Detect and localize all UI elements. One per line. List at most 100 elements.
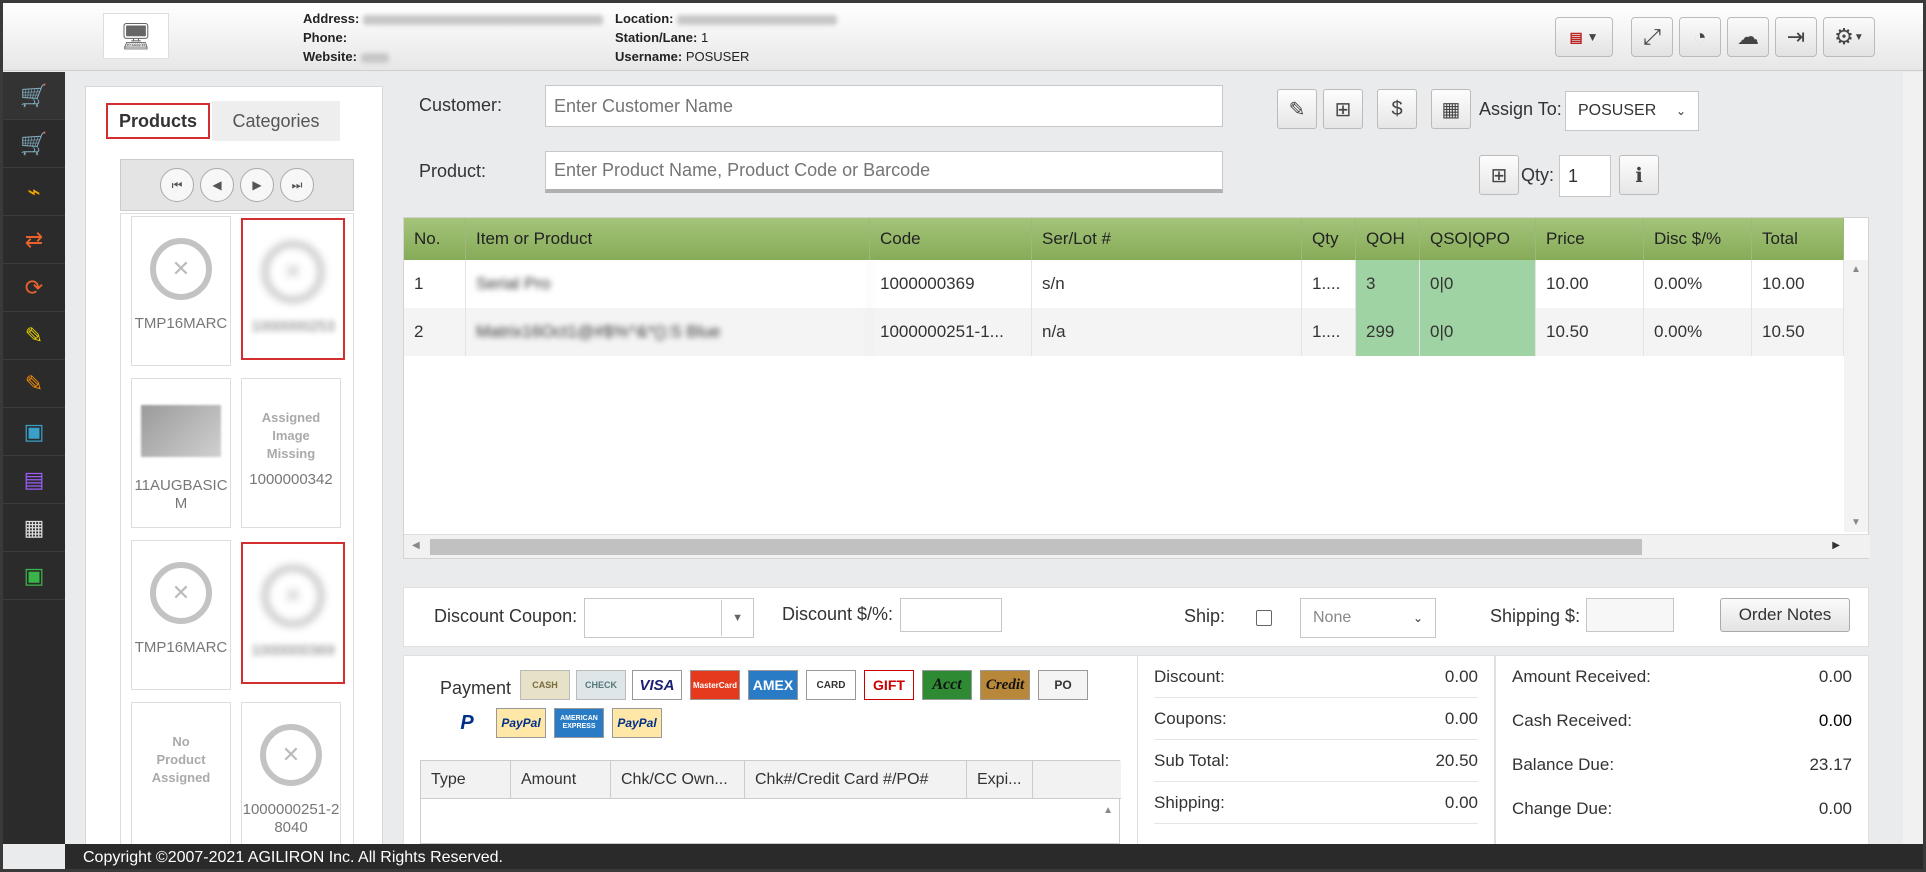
col-owner[interactable]: Chk/CC Own... bbox=[611, 761, 745, 799]
col-expiry[interactable]: Expi... bbox=[967, 761, 1033, 799]
product-tile[interactable]: ✕ TMP16MARC bbox=[131, 540, 231, 690]
vertical-scrollbar[interactable]: ▲ ▼ bbox=[1844, 260, 1868, 532]
sidebar-item-reports[interactable]: ▦ bbox=[3, 504, 65, 552]
chevron-down-icon: ▼ bbox=[721, 600, 753, 636]
col-qoh[interactable]: QOH bbox=[1356, 218, 1420, 260]
edit-customer-button[interactable]: ✎ bbox=[1277, 89, 1317, 129]
info-button[interactable]: ℹ bbox=[1619, 155, 1659, 195]
cell-serlot: n/a bbox=[1032, 308, 1302, 356]
discount-coupon-select[interactable]: ▼ bbox=[584, 598, 754, 638]
paypal-card[interactable]: PayPal bbox=[496, 708, 546, 738]
ship-method-select[interactable]: None ⌄ bbox=[1300, 598, 1436, 638]
table-view-button[interactable]: ▦ bbox=[1431, 89, 1471, 129]
sidebar-item-layaway[interactable]: ⌁ bbox=[3, 168, 65, 216]
cloud-upload-button[interactable]: ☁ bbox=[1727, 17, 1769, 57]
col-code[interactable]: Code bbox=[870, 218, 1032, 260]
page-scrollbar[interactable] bbox=[1903, 72, 1923, 844]
horizontal-scrollbar[interactable]: ◀ ▶ bbox=[404, 534, 1870, 558]
cash-card[interactable]: CASH bbox=[520, 670, 570, 700]
paypal-card-label: PayPal bbox=[501, 716, 541, 730]
credit-card[interactable]: Credit bbox=[980, 670, 1030, 700]
dollar-icon: $ bbox=[1391, 97, 1403, 120]
no-camera-icon: ✕ bbox=[262, 565, 324, 627]
product-photo bbox=[141, 405, 221, 457]
summary-label: Cash Received: bbox=[1512, 711, 1633, 730]
col-no[interactable]: No. bbox=[404, 218, 466, 260]
product-label: Product: bbox=[419, 161, 487, 181]
col-item[interactable]: Item or Product bbox=[466, 218, 870, 260]
gift-card-label: GIFT bbox=[873, 677, 905, 693]
check-card[interactable]: CHECK bbox=[576, 670, 626, 700]
chevron-down-icon: ▼ bbox=[1853, 31, 1864, 43]
col-total[interactable]: Total bbox=[1752, 218, 1844, 260]
account-card[interactable]: Acct bbox=[922, 670, 972, 700]
product-tile[interactable]: No Product Assigned bbox=[131, 702, 231, 852]
customer-input[interactable] bbox=[545, 85, 1223, 127]
sidebar-item-register[interactable]: ▣ bbox=[3, 552, 65, 600]
col-card-number[interactable]: Chk#/Credit Card #/PO# bbox=[745, 761, 967, 799]
tab-categories[interactable]: Categories bbox=[212, 101, 340, 141]
product-tile[interactable]: Assigned Image Missing 1000000342 bbox=[241, 378, 341, 528]
account-card-label: Acct bbox=[932, 676, 962, 693]
cell-disc: 0.00% bbox=[1644, 260, 1752, 308]
next-page-button[interactable]: ▶ bbox=[240, 168, 274, 202]
scroll-thumb[interactable] bbox=[430, 539, 1642, 555]
visa-card[interactable]: VISA bbox=[632, 670, 682, 700]
tab-products[interactable]: Products bbox=[106, 103, 210, 139]
sidebar-item-transfer[interactable]: ⇄ bbox=[3, 216, 65, 264]
language-dropdown[interactable]: ▤ ▼ bbox=[1555, 17, 1613, 57]
summary-row: Balance Due: 23.17 bbox=[1512, 744, 1852, 786]
col-price[interactable]: Price bbox=[1536, 218, 1644, 260]
settings-dropdown[interactable]: ⚙ ▼ bbox=[1823, 17, 1875, 57]
first-page-button[interactable]: ⏮ bbox=[160, 168, 194, 202]
po-card[interactable]: PO bbox=[1038, 670, 1088, 700]
sidebar-item-cash[interactable]: ▣ bbox=[3, 408, 65, 456]
col-disc[interactable]: Disc $/% bbox=[1644, 218, 1752, 260]
paypal-p-card[interactable]: P bbox=[448, 708, 486, 738]
gift-card[interactable]: GIFT bbox=[864, 670, 914, 700]
summary-row: Amount Received: 0.00 bbox=[1512, 656, 1852, 698]
product-tile-selected[interactable]: ✕ 1000000253 bbox=[241, 218, 345, 360]
amex-card[interactable]: AMEX bbox=[748, 670, 798, 700]
product-tile-selected[interactable]: ✕ 1000000369 bbox=[241, 542, 345, 684]
summary-label: Discount: bbox=[1154, 666, 1225, 686]
ship-checkbox[interactable] bbox=[1256, 610, 1272, 626]
sidebar-item-edit[interactable]: ✎ bbox=[3, 312, 65, 360]
order-notes-button[interactable]: Order Notes bbox=[1720, 598, 1850, 632]
sidebar-item-pos[interactable]: 🛒 bbox=[3, 72, 65, 120]
add-qty-button[interactable]: ⊞ bbox=[1479, 155, 1519, 195]
wifi-button[interactable]: ◔ bbox=[1679, 17, 1721, 57]
add-customer-button[interactable]: ⊞ bbox=[1323, 89, 1363, 129]
order-items-table: No. Item or Product Code Ser/Lot # Qty Q… bbox=[403, 217, 1870, 559]
discount-input[interactable] bbox=[900, 598, 1002, 632]
american-express-card[interactable]: AMERICAN EXPRESS bbox=[554, 708, 604, 738]
sidebar-item-notes[interactable]: ✎ bbox=[3, 360, 65, 408]
logout-button[interactable]: ⇥ bbox=[1775, 17, 1817, 57]
card-swipe-card[interactable]: CARD bbox=[806, 670, 856, 700]
table-row[interactable]: 1 Serial Pro 1000000369 s/n 1.... 3 0|0 … bbox=[404, 260, 1844, 308]
qty-input[interactable] bbox=[1559, 155, 1611, 197]
fullscreen-button[interactable]: ⤢ bbox=[1631, 17, 1673, 57]
mastercard-card[interactable]: MasterCard bbox=[690, 670, 740, 700]
col-type[interactable]: Type bbox=[421, 761, 511, 799]
prev-page-button[interactable]: ◀ bbox=[200, 168, 234, 202]
sidebar-item-documents[interactable]: ▤ bbox=[3, 456, 65, 504]
paypal-card-2[interactable]: PayPal bbox=[612, 708, 662, 738]
col-serlot[interactable]: Ser/Lot # bbox=[1032, 218, 1302, 260]
product-tile[interactable]: ✕ 1000000251-28040 bbox=[241, 702, 341, 852]
price-button[interactable]: $ bbox=[1377, 89, 1417, 129]
col-qty[interactable]: Qty bbox=[1302, 218, 1356, 260]
product-tile[interactable]: ✕ TMP16MARC bbox=[131, 216, 231, 366]
product-search-input[interactable] bbox=[545, 151, 1223, 193]
table-row[interactable]: 2 Matrix16Oct1@#$%^&*():S Blue 100000025… bbox=[404, 308, 1844, 356]
col-qso-qpo[interactable]: QSO|QPO bbox=[1420, 218, 1536, 260]
shipping-input[interactable] bbox=[1586, 598, 1674, 632]
product-tile[interactable]: 11AUGBASICM bbox=[131, 378, 231, 528]
summary-label: Amount Received: bbox=[1512, 667, 1651, 686]
last-page-button[interactable]: ⏭ bbox=[280, 168, 314, 202]
assign-to-select[interactable]: POSUSER ⌄ bbox=[1565, 91, 1699, 131]
sidebar-item-orders[interactable]: 🛒 bbox=[3, 120, 65, 168]
cash-card-label: CASH bbox=[532, 680, 558, 690]
sidebar-item-refresh[interactable]: ⟳ bbox=[3, 264, 65, 312]
col-amount[interactable]: Amount bbox=[511, 761, 611, 799]
